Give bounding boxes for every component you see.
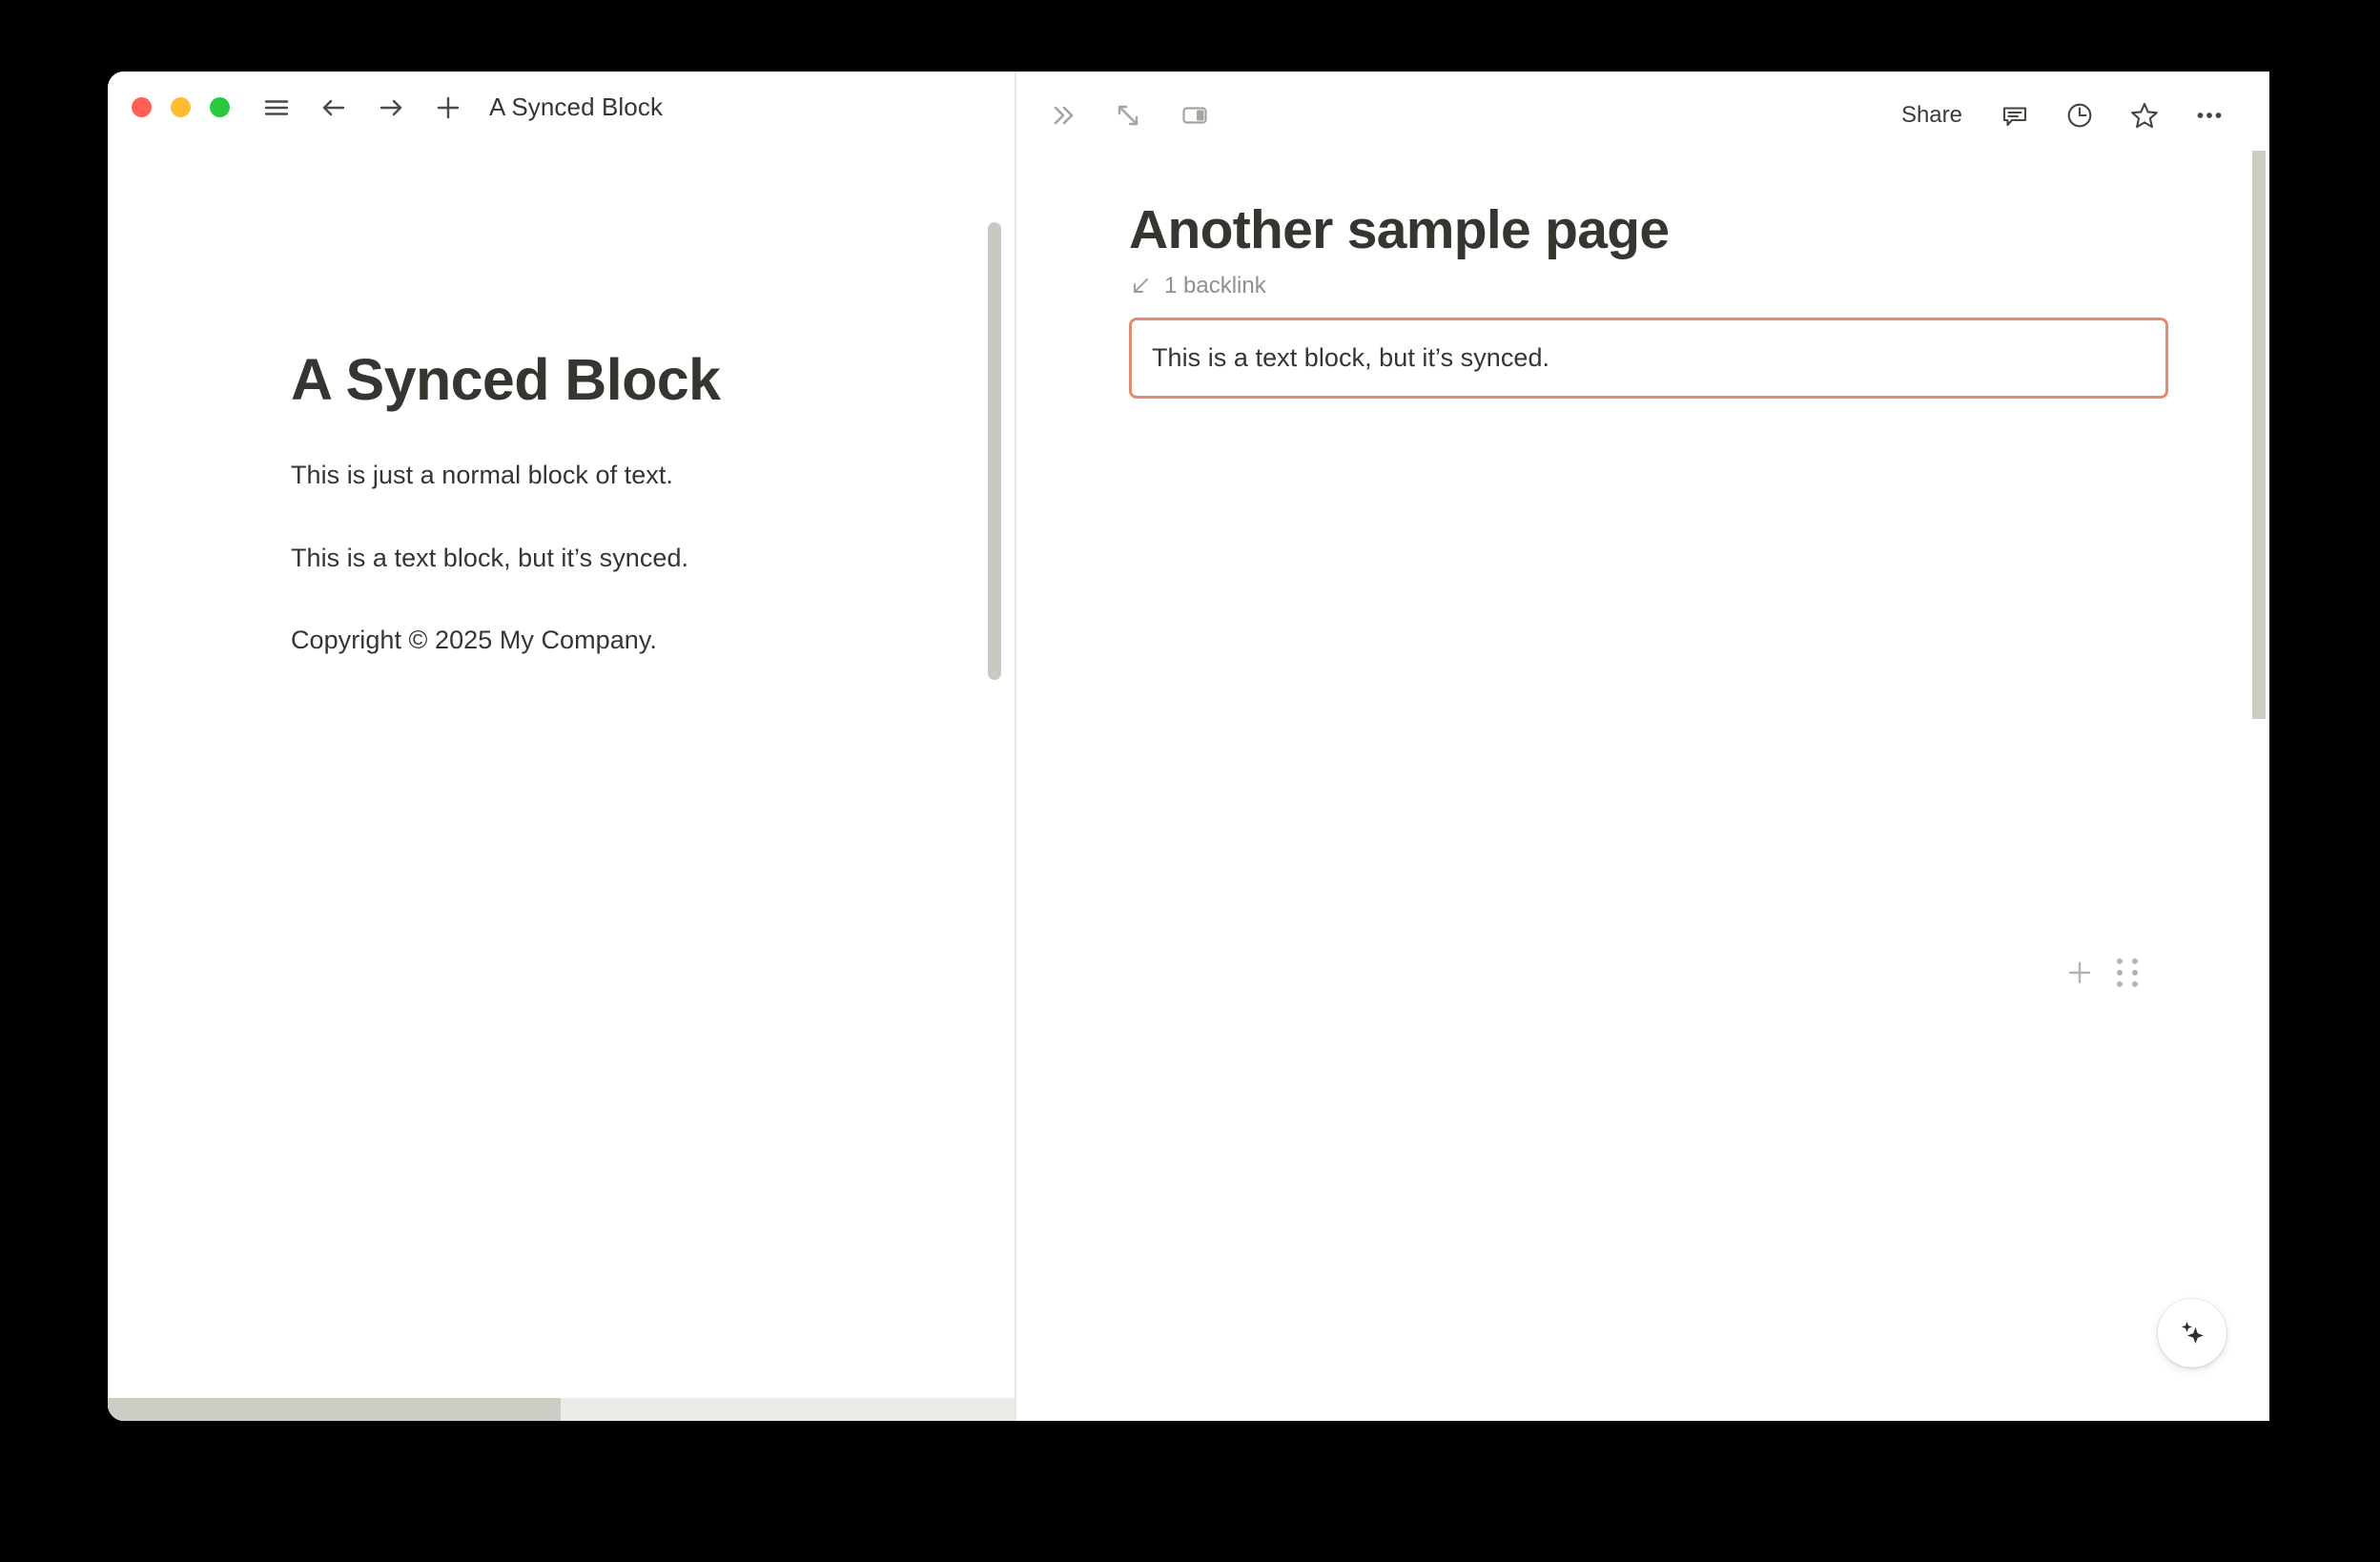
plus-icon[interactable] bbox=[434, 93, 462, 122]
minimize-window-button[interactable] bbox=[171, 97, 191, 117]
right-pane-topbar: Share bbox=[1016, 72, 2269, 159]
left-pane-horizontal-scrollbar-track[interactable] bbox=[108, 1398, 1015, 1421]
page-title[interactable]: Another sample page bbox=[1129, 201, 2269, 259]
comment-icon[interactable] bbox=[1999, 99, 2031, 132]
history-clock-icon[interactable] bbox=[2063, 99, 2096, 132]
app-window: A Synced Block A Synced Block This is ju… bbox=[108, 72, 2269, 1421]
screen: A Synced Block A Synced Block This is ju… bbox=[0, 0, 2380, 1562]
left-pane-horizontal-scrollbar-thumb[interactable] bbox=[108, 1398, 561, 1421]
window-title: A Synced Block bbox=[489, 92, 664, 121]
topbar-left-icons bbox=[1045, 99, 1211, 132]
left-pane: A Synced Block A Synced Block This is ju… bbox=[108, 72, 1015, 1421]
close-window-button[interactable] bbox=[132, 97, 152, 117]
drag-handle-icon[interactable] bbox=[2117, 958, 2138, 987]
left-pane-body: A Synced Block This is just a normal blo… bbox=[108, 143, 1015, 1421]
maximize-window-button[interactable] bbox=[210, 97, 230, 117]
left-pane-vertical-scrollbar[interactable] bbox=[988, 222, 1001, 680]
right-pane-body: Another sample page 1 backlink This is a… bbox=[1016, 159, 2269, 400]
back-arrow-icon[interactable] bbox=[319, 93, 348, 122]
right-pane-vertical-scrollbar[interactable] bbox=[2252, 151, 2266, 719]
topbar-right-actions: Share bbox=[1898, 96, 2226, 134]
left-paragraph-3[interactable]: Copyright © 2025 My Company. bbox=[291, 621, 1015, 660]
titlebar-nav-icons bbox=[262, 93, 462, 122]
menu-icon[interactable] bbox=[262, 93, 291, 122]
synced-block-text[interactable]: This is a text block, but it’s synced. bbox=[1152, 340, 2145, 375]
block-controls bbox=[2065, 958, 2138, 987]
star-icon[interactable] bbox=[2128, 99, 2161, 132]
ai-sparkle-button[interactable] bbox=[2158, 1299, 2226, 1367]
forward-arrow-icon[interactable] bbox=[377, 93, 405, 122]
right-pane: Share Another sample page 1 backlink Thi… bbox=[1016, 72, 2269, 1421]
double-chevron-right-icon[interactable] bbox=[1045, 99, 1077, 132]
expand-diagonal-icon[interactable] bbox=[1112, 99, 1144, 132]
plus-icon[interactable] bbox=[2065, 958, 2094, 987]
more-options-icon[interactable] bbox=[2193, 99, 2226, 132]
left-paragraph-2[interactable]: This is a text block, but it’s synced. bbox=[291, 539, 1015, 578]
traffic-lights bbox=[132, 97, 230, 117]
backlink-label: 1 backlink bbox=[1164, 272, 1266, 298]
synced-block[interactable]: This is a text block, but it’s synced. bbox=[1129, 317, 2168, 400]
ai-sparkle-icon bbox=[2172, 1313, 2212, 1353]
share-button[interactable]: Share bbox=[1898, 96, 1966, 134]
left-document: A Synced Block This is just a normal blo… bbox=[108, 143, 1015, 660]
backlink[interactable]: 1 backlink bbox=[1129, 273, 2269, 299]
side-peek-icon[interactable] bbox=[1179, 99, 1211, 132]
window-titlebar: A Synced Block bbox=[108, 72, 1015, 143]
arrow-down-left-icon bbox=[1129, 275, 1152, 298]
left-page-title[interactable]: A Synced Block bbox=[291, 347, 1015, 412]
left-paragraph-1[interactable]: This is just a normal block of text. bbox=[291, 456, 1015, 495]
